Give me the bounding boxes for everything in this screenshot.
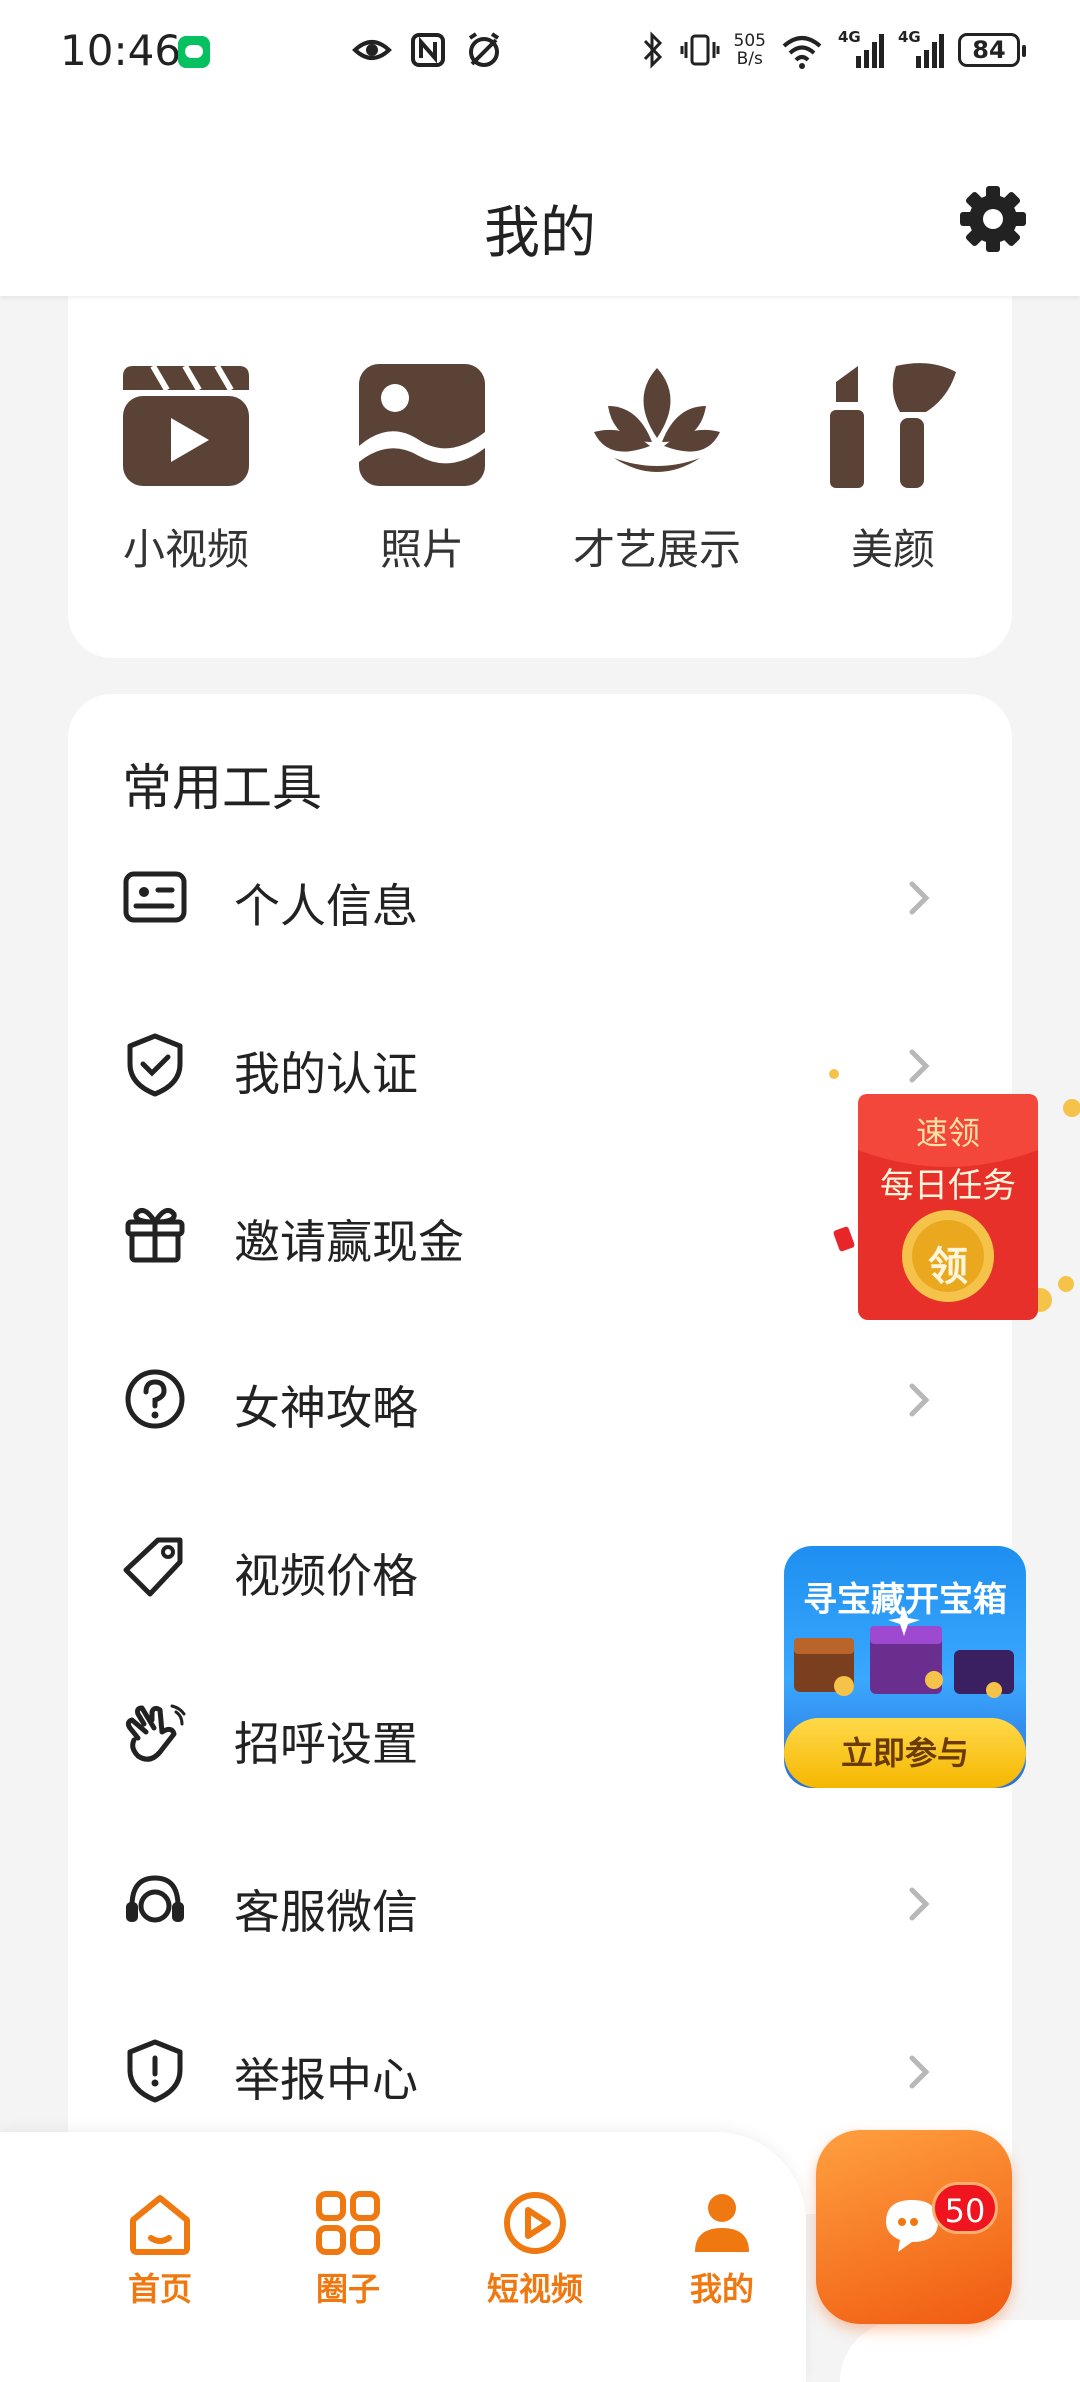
media-item-short-video[interactable]: 小视频: [91, 362, 281, 577]
settings-gear-icon[interactable]: [958, 184, 1028, 254]
nav-label: 圈子: [315, 2270, 380, 2308]
home-icon: [130, 2195, 190, 2255]
media-label: 美颜: [850, 525, 935, 574]
headset-icon: [126, 1875, 184, 1923]
top-header: 我的: [0, 100, 1080, 296]
nav-item-circle[interactable]: 圈子: [278, 2190, 418, 2310]
person-icon: [695, 2194, 749, 2252]
nav-item-home[interactable]: 首页: [90, 2190, 230, 2310]
nav-label: 首页: [127, 2270, 192, 2308]
chevron-right-icon: [909, 881, 930, 915]
eye-icon: [352, 40, 392, 60]
wifi-icon: [782, 36, 822, 69]
chevron-right-icon: [909, 2055, 930, 2089]
nfc-icon: [411, 33, 445, 67]
join-now-button[interactable]: 立即参与: [784, 1718, 1026, 1788]
media-item-talent-show[interactable]: 才艺展示: [562, 362, 752, 577]
makeup-icon: [830, 363, 956, 488]
play-icon: [504, 2192, 566, 2254]
wechat-notification-icon: [178, 36, 210, 68]
nav-label: 我的: [689, 2270, 754, 2308]
tool-row-report-center[interactable]: 举报中心: [68, 2006, 1012, 2136]
tool-label: 邀请赢现金: [234, 1215, 464, 1269]
messages-button[interactable]: 50: [816, 2130, 1012, 2324]
tool-row-personal-info[interactable]: 个人信息: [68, 832, 1012, 962]
photo-icon: [359, 364, 485, 486]
wave-hand-icon: [125, 1704, 186, 1762]
chevron-right-icon: [909, 1887, 930, 1921]
status-icons-center: [352, 30, 504, 70]
lotus-icon: [594, 368, 720, 472]
tool-row-customer-service[interactable]: 客服微信: [68, 1838, 1012, 1968]
tool-label: 视频价格: [234, 1549, 418, 1603]
question-circle-icon: [125, 1369, 185, 1429]
status-bar: 10:46 505 B/s 4G 4G 84: [0, 0, 1080, 100]
tool-label: 招呼设置: [234, 1717, 418, 1771]
media-shortcuts-card: 小视频 照片 才艺展示 美颜: [68, 240, 1012, 658]
nav-item-short-video[interactable]: 短视频: [465, 2190, 605, 2310]
status-icons-right: 505 B/s 4G 4G 84: [640, 28, 1026, 70]
media-label: 才艺展示: [572, 525, 741, 574]
media-label: 照片: [379, 525, 464, 574]
redpacket-line2: 每日任务: [880, 1166, 1016, 1206]
signal-icon-1: 4G: [838, 28, 884, 70]
treasure-chest-banner[interactable]: 寻宝藏开宝箱 立即参与: [784, 1546, 1026, 1788]
bottom-navigation: 首页 圈子 短视频 我的: [0, 2132, 806, 2382]
media-label: 小视频: [122, 525, 249, 574]
tool-label: 个人信息: [234, 879, 418, 933]
tool-label: 客服微信: [234, 1885, 418, 1939]
nav-item-me[interactable]: 我的: [652, 2190, 792, 2310]
media-item-beauty[interactable]: 美颜: [798, 362, 988, 577]
battery-indicator: 84: [958, 33, 1026, 67]
chevron-right-icon: [909, 1383, 930, 1417]
page-title: 我的: [484, 201, 596, 266]
bottom-corner-background: [840, 2320, 1080, 2382]
status-time: 10:46: [60, 26, 182, 75]
unread-count-badge: 50: [932, 2182, 998, 2234]
signal-icon-2: 4G: [898, 28, 944, 70]
tool-row-guide[interactable]: 女神攻略: [68, 1334, 1012, 1464]
alarm-off-icon: [468, 32, 500, 67]
price-tag-icon: [123, 1537, 183, 1597]
media-item-photo[interactable]: 照片: [327, 362, 517, 577]
grid-icon: [316, 2191, 380, 2255]
shield-check-icon: [127, 1033, 183, 1097]
treasure-title: 寻宝藏开宝箱: [803, 1580, 1007, 1620]
redpacket-line1: 速领: [915, 1114, 980, 1152]
id-card-icon: [123, 871, 187, 923]
vibrate-icon: [680, 34, 720, 66]
network-speed: 505 B/s: [733, 31, 766, 69]
daily-task-redpacket-banner[interactable]: 速领 每日任务 领: [828, 1058, 1080, 1328]
nav-label: 短视频: [486, 2270, 583, 2308]
common-tools-card: 常用工具 个人信息 我的认证 邀请赢现金 女神攻略 视频价格 招呼设置 客服微信…: [68, 694, 1012, 2214]
gift-icon: [125, 1207, 185, 1263]
tool-label: 举报中心: [234, 2053, 418, 2107]
bluetooth-icon: [643, 31, 662, 69]
redpacket-coin-label: 领: [928, 1244, 968, 1290]
tool-label: 女神攻略: [234, 1381, 418, 1435]
section-title: 常用工具: [122, 759, 322, 817]
tool-label: 我的认证: [234, 1047, 418, 1101]
clapperboard-icon: [123, 364, 249, 486]
shield-alert-icon: [127, 2039, 183, 2103]
